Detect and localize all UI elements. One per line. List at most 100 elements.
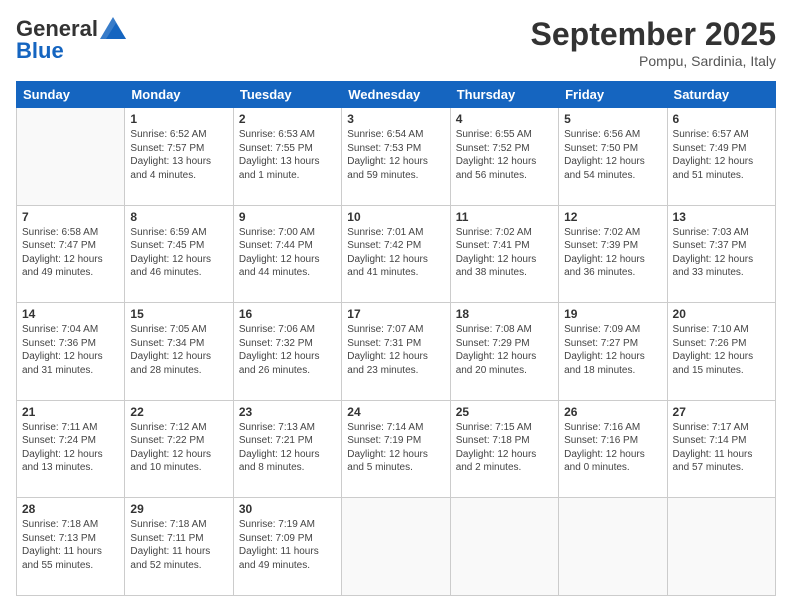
calendar-cell: 7 Sunrise: 6:58 AM Sunset: 7:47 PM Daylig… [17, 205, 125, 303]
calendar-cell: 1 Sunrise: 6:52 AM Sunset: 7:57 PM Daylig… [125, 108, 233, 206]
day-number: 28 [22, 502, 119, 516]
day-info: Sunrise: 7:02 AM Sunset: 7:39 PM Dayligh… [564, 226, 661, 280]
logo-icon [100, 17, 126, 39]
day-number: 15 [130, 307, 227, 321]
day-info: Sunrise: 6:52 AM Sunset: 7:57 PM Dayligh… [130, 128, 227, 182]
calendar-cell: 21Sunrise: 7:11 AM Sunset: 7:24 PM Dayli… [17, 400, 125, 498]
day-number: 9 [239, 210, 336, 224]
day-info: Sunrise: 7:11 AM Sunset: 7:24 PM Dayligh… [22, 421, 119, 475]
weekday-header: Friday [559, 82, 667, 108]
calendar-cell: 10 Sunrise: 7:01 AM Sunset: 7:42 PM Dayli… [342, 205, 450, 303]
day-info: Sunrise: 6:54 AM Sunset: 7:53 PM Dayligh… [347, 128, 444, 182]
calendar-cell [559, 498, 667, 596]
header-row: SundayMondayTuesdayWednesdayThursdayFrid… [17, 82, 776, 108]
calendar-cell: 22 Sunrise: 7:12 AM Sunset: 7:22 PM Dayli… [125, 400, 233, 498]
calendar-cell: 24 Sunrise: 7:14 AM Sunset: 7:19 PM Dayli… [342, 400, 450, 498]
calendar-cell: 3 Sunrise: 6:54 AM Sunset: 7:53 PM Daylig… [342, 108, 450, 206]
calendar-cell: 26 Sunrise: 7:16 AM Sunset: 7:16 PM Dayli… [559, 400, 667, 498]
day-number: 29 [130, 502, 227, 516]
calendar-week-row: 1 Sunrise: 6:52 AM Sunset: 7:57 PM Daylig… [17, 108, 776, 206]
day-info: Sunrise: 7:12 AM Sunset: 7:22 PM Dayligh… [130, 421, 227, 475]
calendar-cell [667, 498, 775, 596]
day-number: 19 [564, 307, 661, 321]
weekday-header: Sunday [17, 82, 125, 108]
day-number: 23 [239, 405, 336, 419]
day-number: 8 [130, 210, 227, 224]
calendar-cell: 12 Sunrise: 7:02 AM Sunset: 7:39 PM Dayli… [559, 205, 667, 303]
calendar-week-row: 7 Sunrise: 6:58 AM Sunset: 7:47 PM Daylig… [17, 205, 776, 303]
day-info: Sunrise: 6:56 AM Sunset: 7:50 PM Dayligh… [564, 128, 661, 182]
calendar-cell: 4Sunrise: 6:55 AM Sunset: 7:52 PM Daylig… [450, 108, 558, 206]
day-info: Sunrise: 7:16 AM Sunset: 7:16 PM Dayligh… [564, 421, 661, 475]
day-number: 27 [673, 405, 770, 419]
weekday-header: Saturday [667, 82, 775, 108]
day-number: 5 [564, 112, 661, 126]
weekday-header: Tuesday [233, 82, 341, 108]
calendar-cell [342, 498, 450, 596]
calendar-week-row: 28 Sunrise: 7:18 AM Sunset: 7:13 PM Dayli… [17, 498, 776, 596]
day-number: 24 [347, 405, 444, 419]
day-number: 3 [347, 112, 444, 126]
day-number: 7 [22, 210, 119, 224]
day-info: Sunrise: 6:58 AM Sunset: 7:47 PM Dayligh… [22, 226, 119, 280]
day-number: 30 [239, 502, 336, 516]
calendar-week-row: 21Sunrise: 7:11 AM Sunset: 7:24 PM Dayli… [17, 400, 776, 498]
location: Pompu, Sardinia, Italy [531, 53, 776, 69]
day-number: 2 [239, 112, 336, 126]
weekday-header: Wednesday [342, 82, 450, 108]
day-number: 1 [130, 112, 227, 126]
day-number: 4 [456, 112, 553, 126]
day-number: 12 [564, 210, 661, 224]
day-info: Sunrise: 7:10 AM Sunset: 7:26 PM Dayligh… [673, 323, 770, 377]
day-number: 26 [564, 405, 661, 419]
calendar-cell: 18 Sunrise: 7:08 AM Sunset: 7:29 PM Dayli… [450, 303, 558, 401]
day-info: Sunrise: 7:04 AM Sunset: 7:36 PM Dayligh… [22, 323, 119, 377]
day-number: 18 [456, 307, 553, 321]
day-info: Sunrise: 7:08 AM Sunset: 7:29 PM Dayligh… [456, 323, 553, 377]
weekday-header: Thursday [450, 82, 558, 108]
calendar-cell: 9Sunrise: 7:00 AM Sunset: 7:44 PM Daylig… [233, 205, 341, 303]
day-info: Sunrise: 7:19 AM Sunset: 7:09 PM Dayligh… [239, 518, 336, 572]
day-info: Sunrise: 7:02 AM Sunset: 7:41 PM Dayligh… [456, 226, 553, 280]
day-info: Sunrise: 7:18 AM Sunset: 7:13 PM Dayligh… [22, 518, 119, 572]
day-number: 11 [456, 210, 553, 224]
calendar-cell: 15 Sunrise: 7:05 AM Sunset: 7:34 PM Dayli… [125, 303, 233, 401]
day-info: Sunrise: 7:01 AM Sunset: 7:42 PM Dayligh… [347, 226, 444, 280]
calendar-cell [450, 498, 558, 596]
day-number: 10 [347, 210, 444, 224]
calendar-cell [17, 108, 125, 206]
header: General Blue September 2025 Pompu, Sardi… [16, 16, 776, 69]
calendar-cell: 2 Sunrise: 6:53 AM Sunset: 7:55 PM Daylig… [233, 108, 341, 206]
day-info: Sunrise: 6:53 AM Sunset: 7:55 PM Dayligh… [239, 128, 336, 182]
calendar-week-row: 14 Sunrise: 7:04 AM Sunset: 7:36 PM Dayli… [17, 303, 776, 401]
day-number: 6 [673, 112, 770, 126]
day-number: 14 [22, 307, 119, 321]
calendar-cell: 6Sunrise: 6:57 AM Sunset: 7:49 PM Daylig… [667, 108, 775, 206]
calendar-cell: 14 Sunrise: 7:04 AM Sunset: 7:36 PM Dayli… [17, 303, 125, 401]
calendar-cell: 23Sunrise: 7:13 AM Sunset: 7:21 PM Dayli… [233, 400, 341, 498]
day-number: 20 [673, 307, 770, 321]
day-info: Sunrise: 7:14 AM Sunset: 7:19 PM Dayligh… [347, 421, 444, 475]
day-number: 17 [347, 307, 444, 321]
calendar-cell: 16Sunrise: 7:06 AM Sunset: 7:32 PM Dayli… [233, 303, 341, 401]
calendar-cell: 28 Sunrise: 7:18 AM Sunset: 7:13 PM Dayli… [17, 498, 125, 596]
day-info: Sunrise: 7:17 AM Sunset: 7:14 PM Dayligh… [673, 421, 770, 475]
title-block: September 2025 Pompu, Sardinia, Italy [531, 16, 776, 69]
weekday-header: Monday [125, 82, 233, 108]
calendar-cell: 17Sunrise: 7:07 AM Sunset: 7:31 PM Dayli… [342, 303, 450, 401]
logo: General Blue [16, 16, 126, 64]
calendar-cell: 19 Sunrise: 7:09 AM Sunset: 7:27 PM Dayli… [559, 303, 667, 401]
calendar-cell: 20 Sunrise: 7:10 AM Sunset: 7:26 PM Dayli… [667, 303, 775, 401]
day-info: Sunrise: 7:15 AM Sunset: 7:18 PM Dayligh… [456, 421, 553, 475]
calendar-cell: 11 Sunrise: 7:02 AM Sunset: 7:41 PM Dayli… [450, 205, 558, 303]
day-number: 13 [673, 210, 770, 224]
day-info: Sunrise: 6:59 AM Sunset: 7:45 PM Dayligh… [130, 226, 227, 280]
calendar-cell: 25Sunrise: 7:15 AM Sunset: 7:18 PM Dayli… [450, 400, 558, 498]
calendar-cell: 27 Sunrise: 7:17 AM Sunset: 7:14 PM Dayli… [667, 400, 775, 498]
day-number: 22 [130, 405, 227, 419]
day-info: Sunrise: 7:09 AM Sunset: 7:27 PM Dayligh… [564, 323, 661, 377]
day-info: Sunrise: 7:05 AM Sunset: 7:34 PM Dayligh… [130, 323, 227, 377]
calendar-cell: 8 Sunrise: 6:59 AM Sunset: 7:45 PM Daylig… [125, 205, 233, 303]
calendar-cell: 29Sunrise: 7:18 AM Sunset: 7:11 PM Dayli… [125, 498, 233, 596]
calendar-table: SundayMondayTuesdayWednesdayThursdayFrid… [16, 81, 776, 596]
